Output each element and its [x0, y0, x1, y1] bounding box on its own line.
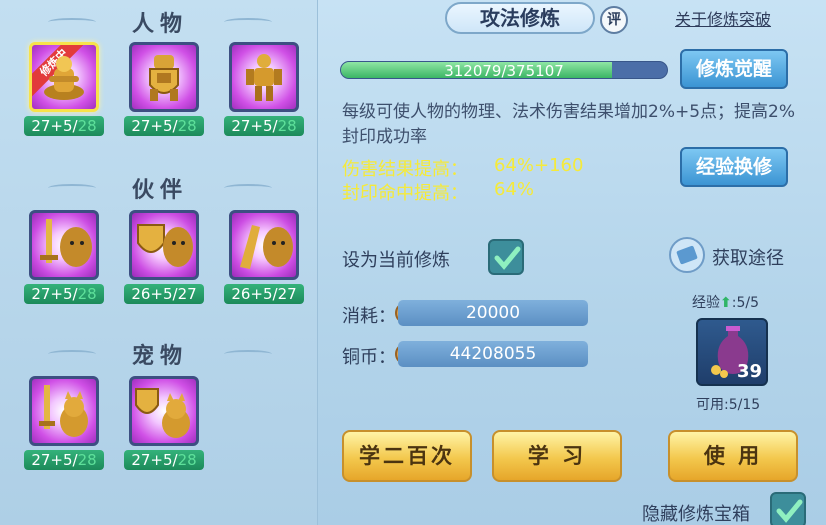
level-max: 28 [77, 117, 97, 135]
section-pet-label: 宠物 [131, 344, 188, 369]
learn-200-button[interactable]: 学二百次 [342, 430, 472, 482]
level-base: 27+5/ [131, 451, 178, 469]
exp-up-arrow-icon: ⬆ [720, 295, 732, 311]
section-character-label: 人物 [131, 12, 188, 37]
level-label: 27+5/28 [24, 116, 104, 136]
progress-bar: 312079/375107 [340, 61, 668, 79]
set-current-checkbox[interactable] [488, 239, 524, 275]
slot-partner-3[interactable]: 26+5/27 [224, 210, 304, 304]
skill-title: 攻法修炼 [445, 2, 595, 34]
learn-button[interactable]: 学 习 [492, 430, 622, 482]
title-deco-left [48, 184, 96, 192]
check-icon [776, 499, 803, 523]
about-breakthrough-link[interactable]: 关于修炼突破 [675, 6, 771, 30]
title-deco-left [48, 350, 96, 358]
slot-partner-2[interactable]: 26+5/27 [124, 210, 204, 304]
level-base: 26+5/ [131, 285, 178, 303]
detail-panel: 攻法修炼 评 关于修炼突破 312079/375107 修炼觉醒 每级可使人物的… [320, 0, 826, 525]
sword-cat-icon [39, 385, 88, 437]
shield-warrior-icon [149, 55, 179, 101]
progress-text: 312079/375107 [444, 62, 564, 79]
hide-chest-label: 隐藏修炼宝箱 [642, 504, 750, 525]
level-label: 26+5/27 [124, 284, 204, 304]
description-text: 每级可使人物的物理、法术伤害结果增加2%+5点；提高2%封印成功率 [342, 102, 795, 147]
exp-item-count: 39 [736, 361, 762, 382]
level-label: 27+5/28 [124, 116, 204, 136]
section-pet-title: 宠物 [48, 338, 272, 370]
stat-label: 封印命中提高： [342, 183, 468, 204]
acquire-icon[interactable] [668, 236, 706, 274]
target-list-panel: 人物 伙伴 宠物 修炼中 27+5/28 27+5/28 27+5/28 27+… [0, 0, 318, 525]
slot-char-1[interactable]: 修炼中 27+5/28 [24, 42, 104, 136]
slot-tile[interactable] [129, 210, 199, 280]
stat-seal: 封印命中提高： 64% [342, 179, 534, 205]
slot-tile[interactable] [29, 210, 99, 280]
use-button[interactable]: 使 用 [668, 430, 798, 482]
stat-damage: 伤害结果提高： 64%+160 [342, 155, 583, 181]
level-base: 27+5/ [31, 451, 78, 469]
armored-warrior-icon [246, 54, 282, 101]
shield-lion-icon [137, 224, 193, 267]
stat-value: 64% [494, 179, 535, 200]
sword-lion-icon [40, 219, 92, 267]
exchange-exp-button[interactable]: 经验换修 [680, 147, 788, 187]
level-label: 27+5/28 [124, 450, 204, 470]
slot-tile[interactable] [129, 42, 199, 112]
level-label: 27+5/28 [24, 450, 104, 470]
available-label: 可用:5/15 [696, 397, 761, 413]
slot-partner-1[interactable]: 27+5/28 [24, 210, 104, 304]
stat-label: 伤害结果提高： [342, 159, 468, 180]
coins-value: 44208055 [398, 341, 588, 367]
level-max: 27 [177, 285, 197, 303]
level-base: 27+5/ [31, 285, 78, 303]
title-deco-right [224, 18, 272, 26]
section-partner-title: 伙伴 [48, 172, 272, 204]
level-base: 27+5/ [231, 117, 278, 135]
level-max: 28 [77, 285, 97, 303]
cost-value: 20000 [398, 300, 588, 326]
shield-cat-icon [135, 388, 190, 438]
claw-lion-icon [240, 225, 293, 269]
level-base: 27+5/ [131, 117, 178, 135]
cultivation-window: 人物 伙伴 宠物 修炼中 27+5/28 27+5/28 27+5/28 27+… [0, 0, 826, 525]
rate-icon[interactable]: 评 [600, 6, 628, 34]
slot-char-3[interactable]: 27+5/28 [224, 42, 304, 136]
level-max: 28 [177, 117, 197, 135]
section-character-title: 人物 [48, 6, 272, 38]
meditating-figure-icon [44, 56, 84, 100]
slot-tile[interactable] [29, 376, 99, 446]
exp-label: 经验⬆:5/5 [692, 292, 759, 312]
exp-item-slot[interactable]: 39 [696, 318, 768, 386]
level-label: 26+5/27 [224, 284, 304, 304]
set-current-label: 设为当前修炼 [342, 250, 450, 271]
level-base: 27+5/ [31, 117, 78, 135]
check-icon [494, 246, 521, 270]
title-deco-right [224, 350, 272, 358]
slot-tile[interactable]: 修炼中 [29, 42, 99, 112]
level-max: 28 [177, 451, 197, 469]
slot-tile[interactable] [229, 210, 299, 280]
slot-pet-2[interactable]: 27+5/28 [124, 376, 204, 470]
title-deco-right [224, 184, 272, 192]
level-label: 27+5/28 [24, 284, 104, 304]
cost-label: 消耗： [342, 306, 396, 327]
level-base: 26+5/ [231, 285, 278, 303]
hide-chest-checkbox[interactable] [770, 492, 806, 525]
section-partner-label: 伙伴 [131, 178, 188, 203]
level-label: 27+5/28 [224, 116, 304, 136]
level-max: 28 [277, 117, 297, 135]
title-deco-left [48, 18, 96, 26]
acquire-link[interactable]: 获取途径 [712, 244, 784, 270]
level-max: 27 [277, 285, 297, 303]
slot-tile[interactable] [129, 376, 199, 446]
level-max: 28 [77, 451, 97, 469]
slot-char-2[interactable]: 27+5/28 [124, 42, 204, 136]
awaken-button[interactable]: 修炼觉醒 [680, 49, 788, 89]
slot-tile[interactable] [229, 42, 299, 112]
stat-value: 64%+160 [494, 155, 584, 176]
exp-text: 经验 [692, 295, 720, 311]
exp-count: :5/5 [731, 295, 759, 311]
slot-pet-1[interactable]: 27+5/28 [24, 376, 104, 470]
coins-label: 铜币： [342, 347, 396, 368]
